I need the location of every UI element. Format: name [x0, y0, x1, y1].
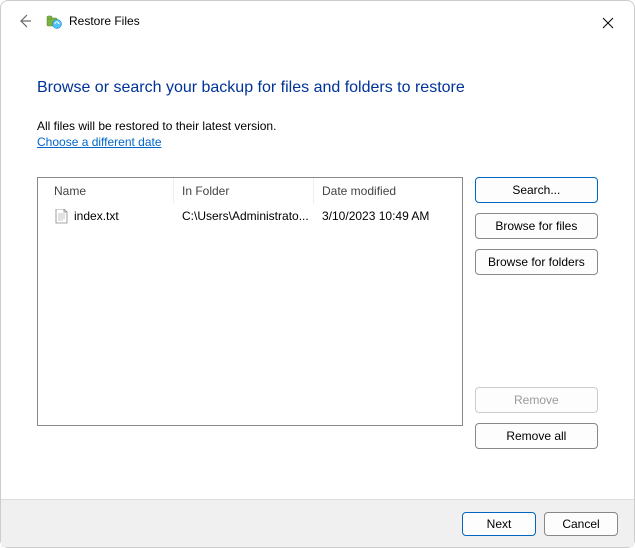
column-header-name[interactable]: Name	[38, 178, 174, 204]
file-row[interactable]: index.txt C:\Users\Administrato... 3/10/…	[38, 204, 462, 228]
next-button[interactable]: Next	[462, 512, 536, 536]
file-name-cell: index.txt	[38, 208, 174, 224]
content-area: Browse or search your backup for files a…	[1, 41, 634, 449]
file-name-text: index.txt	[74, 209, 119, 223]
search-button[interactable]: Search...	[475, 177, 598, 203]
browse-files-button[interactable]: Browse for files	[475, 213, 598, 239]
close-button[interactable]	[594, 9, 622, 37]
file-folder-cell: C:\Users\Administrato...	[174, 209, 314, 223]
page-heading: Browse or search your backup for files a…	[37, 79, 598, 97]
choose-date-link[interactable]: Choose a different date	[37, 135, 162, 149]
list-header: Name In Folder Date modified	[38, 178, 462, 204]
remove-button: Remove	[475, 387, 598, 413]
footer: Next Cancel	[1, 499, 634, 547]
titlebar: Restore Files	[1, 1, 634, 41]
cancel-button[interactable]: Cancel	[544, 512, 618, 536]
close-icon	[602, 17, 614, 29]
window-title: Restore Files	[69, 14, 140, 28]
browse-folders-button[interactable]: Browse for folders	[475, 249, 598, 275]
back-button[interactable]	[13, 9, 37, 33]
side-buttons: Search... Browse for files Browse for fo…	[475, 177, 598, 449]
arrow-left-icon	[17, 13, 33, 29]
column-header-folder[interactable]: In Folder	[174, 178, 314, 204]
main-row: Name In Folder Date modified	[37, 177, 598, 449]
text-file-icon	[54, 208, 68, 224]
file-list[interactable]: Name In Folder Date modified	[37, 177, 463, 426]
file-date-cell: 3/10/2023 10:49 AM	[314, 209, 462, 223]
subtext: All files will be restored to their late…	[37, 119, 598, 133]
app-icon	[45, 12, 63, 30]
column-header-date[interactable]: Date modified	[314, 178, 462, 204]
remove-all-button[interactable]: Remove all	[475, 423, 598, 449]
